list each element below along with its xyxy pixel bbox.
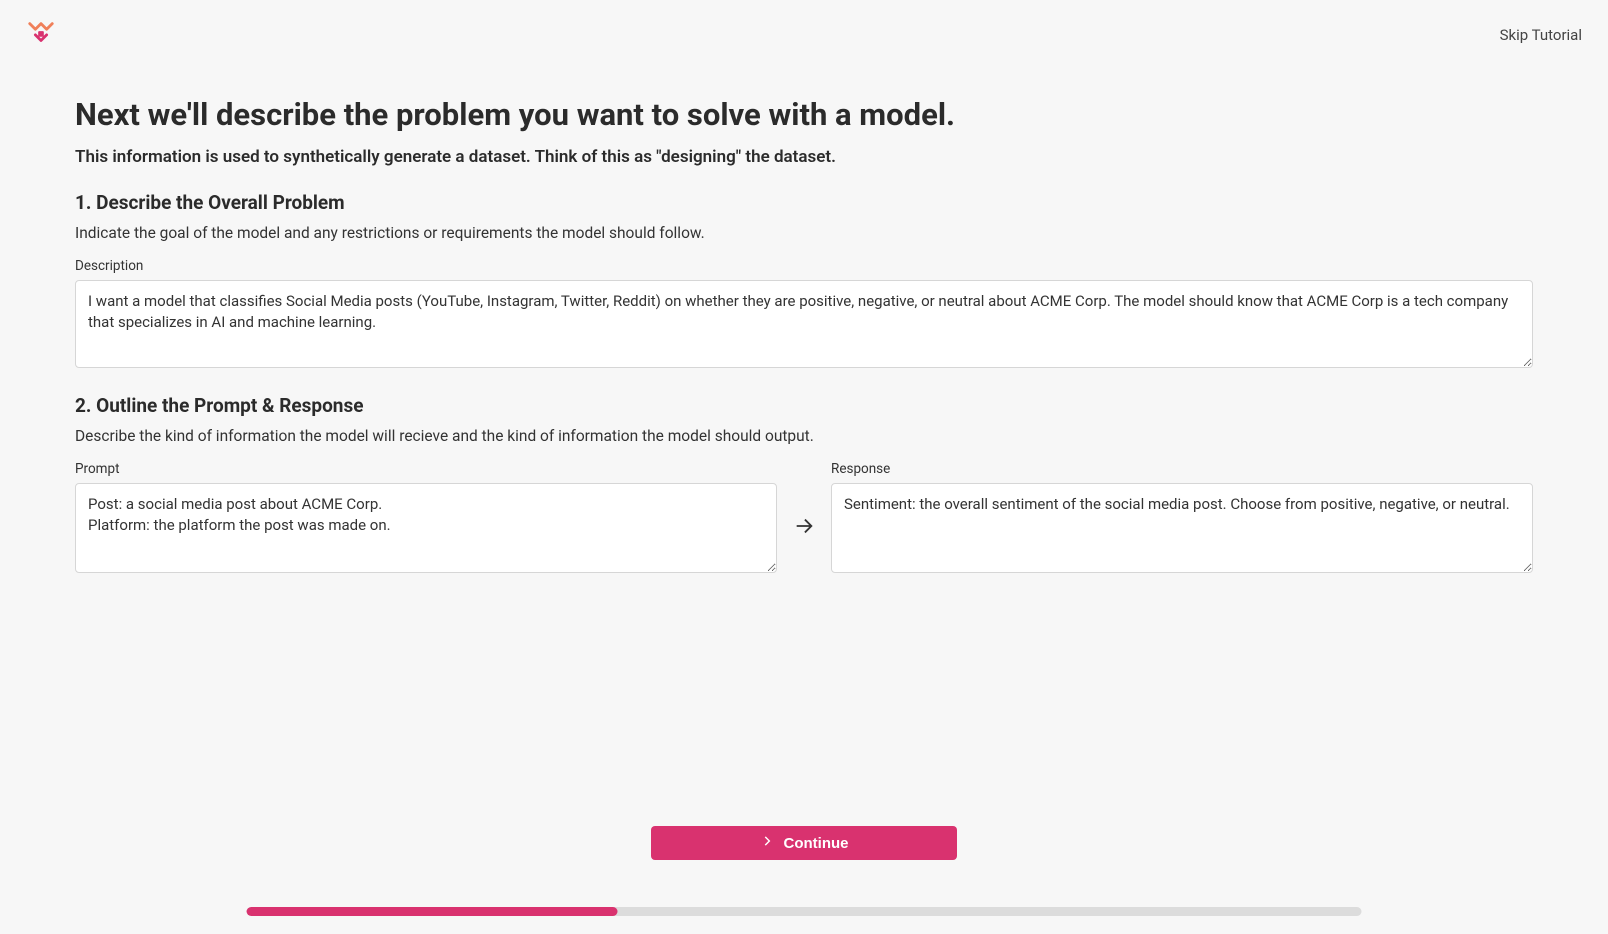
progress-fill [247,907,618,916]
section2-desc: Describe the kind of information the mod… [75,427,1533,445]
response-input[interactable] [831,483,1533,573]
app-logo [26,18,56,48]
page-title: Next we'll describe the problem you want… [75,96,1533,133]
response-label: Response [831,461,1533,477]
description-label: Description [75,258,1533,274]
chevron-right-icon [760,834,774,852]
progress-bar [247,907,1362,916]
continue-button[interactable]: Continue [651,826,957,860]
section1-heading: 1. Describe the Overall Problem [75,191,1533,214]
section2-heading: 2. Outline the Prompt & Response [75,394,1533,417]
prompt-input[interactable] [75,483,777,573]
skip-tutorial-link[interactable]: Skip Tutorial [1500,18,1582,44]
continue-button-label: Continue [784,835,849,852]
description-input[interactable] [75,280,1533,368]
arrow-right-icon [793,515,815,541]
page-subtitle: This information is used to syntheticall… [75,147,1533,167]
prompt-label: Prompt [75,461,777,477]
section1-desc: Indicate the goal of the model and any r… [75,224,1533,242]
